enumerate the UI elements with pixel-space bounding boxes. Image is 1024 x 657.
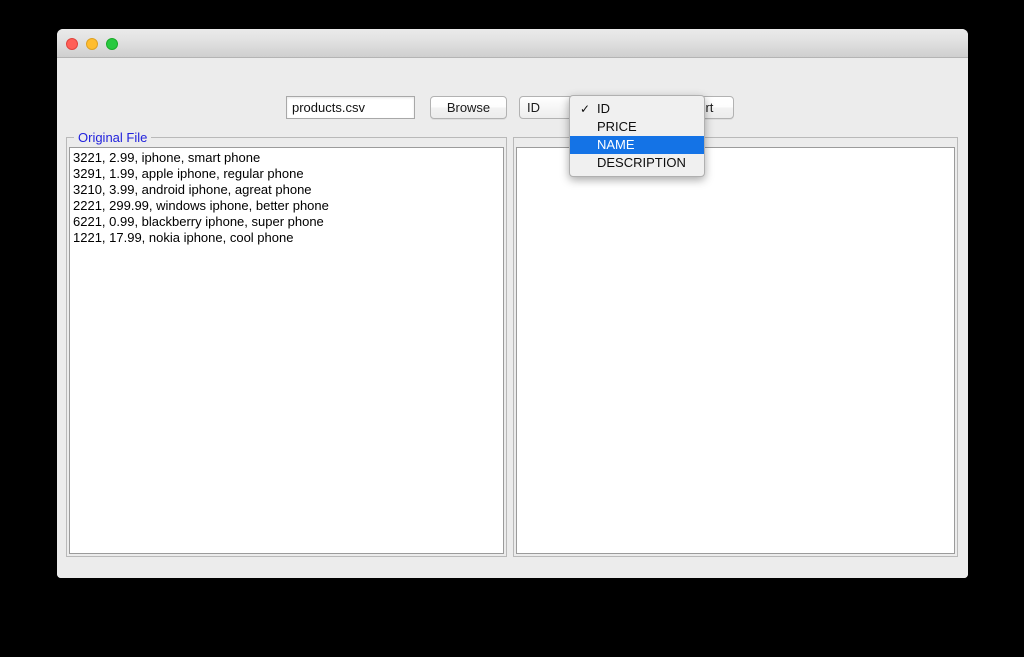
original-file-line: 3291, 1.99, apple iphone, regular phone	[73, 166, 304, 182]
sorted-file-textarea[interactable]	[516, 147, 955, 554]
original-file-lines: 3221, 2.99, iphone, smart phone 3291, 1.9…	[73, 150, 500, 247]
menu-item-name[interactable]: NAME	[570, 136, 704, 154]
maximize-button[interactable]	[106, 38, 118, 50]
original-file-panel-title: Original File	[74, 130, 152, 145]
original-file-line: 1221, 17.99, nokia iphone, cool phone	[73, 230, 294, 246]
menu-item-label: DESCRIPTION	[597, 155, 686, 170]
check-icon: ✓	[579, 102, 591, 116]
sort-key-combobox-value: ID	[527, 100, 540, 115]
original-file-line: 3221, 2.99, iphone, smart phone	[73, 150, 261, 165]
original-file-line: 6221, 0.99, blackberry iphone, super pho…	[73, 214, 324, 230]
toolbar: Browse ID Sort	[57, 58, 968, 119]
window-content: Browse ID Sort Original File 3221, 2.99,…	[57, 58, 968, 578]
original-file-line: 2221, 299.99, windows iphone, better pho…	[73, 198, 329, 214]
menu-item-label: NAME	[597, 137, 635, 152]
menu-item-description[interactable]: DESCRIPTION	[570, 154, 704, 172]
original-file-line: 3210, 3.99, android iphone, agreat phone	[73, 182, 312, 198]
desktop-background: Browse ID Sort Original File 3221, 2.99,…	[0, 0, 1024, 657]
application-window: Browse ID Sort Original File 3221, 2.99,…	[57, 29, 968, 578]
original-file-panel: Original File 3221, 2.99, iphone, smart …	[66, 130, 507, 557]
original-file-textarea[interactable]: 3221, 2.99, iphone, smart phone 3291, 1.9…	[69, 147, 504, 554]
menu-item-label: ID	[597, 101, 610, 116]
menu-item-id[interactable]: ✓ ID	[570, 100, 704, 118]
sort-key-dropdown-menu[interactable]: ✓ ID PRICE NAME DESCRIPTION	[569, 95, 705, 177]
filename-input[interactable]	[286, 96, 415, 119]
minimize-button[interactable]	[86, 38, 98, 50]
window-titlebar	[57, 29, 968, 58]
sorted-file-panel	[513, 137, 958, 557]
menu-item-label: PRICE	[597, 119, 637, 134]
close-button[interactable]	[66, 38, 78, 50]
browse-button[interactable]: Browse	[430, 96, 507, 119]
menu-item-price[interactable]: PRICE	[570, 118, 704, 136]
